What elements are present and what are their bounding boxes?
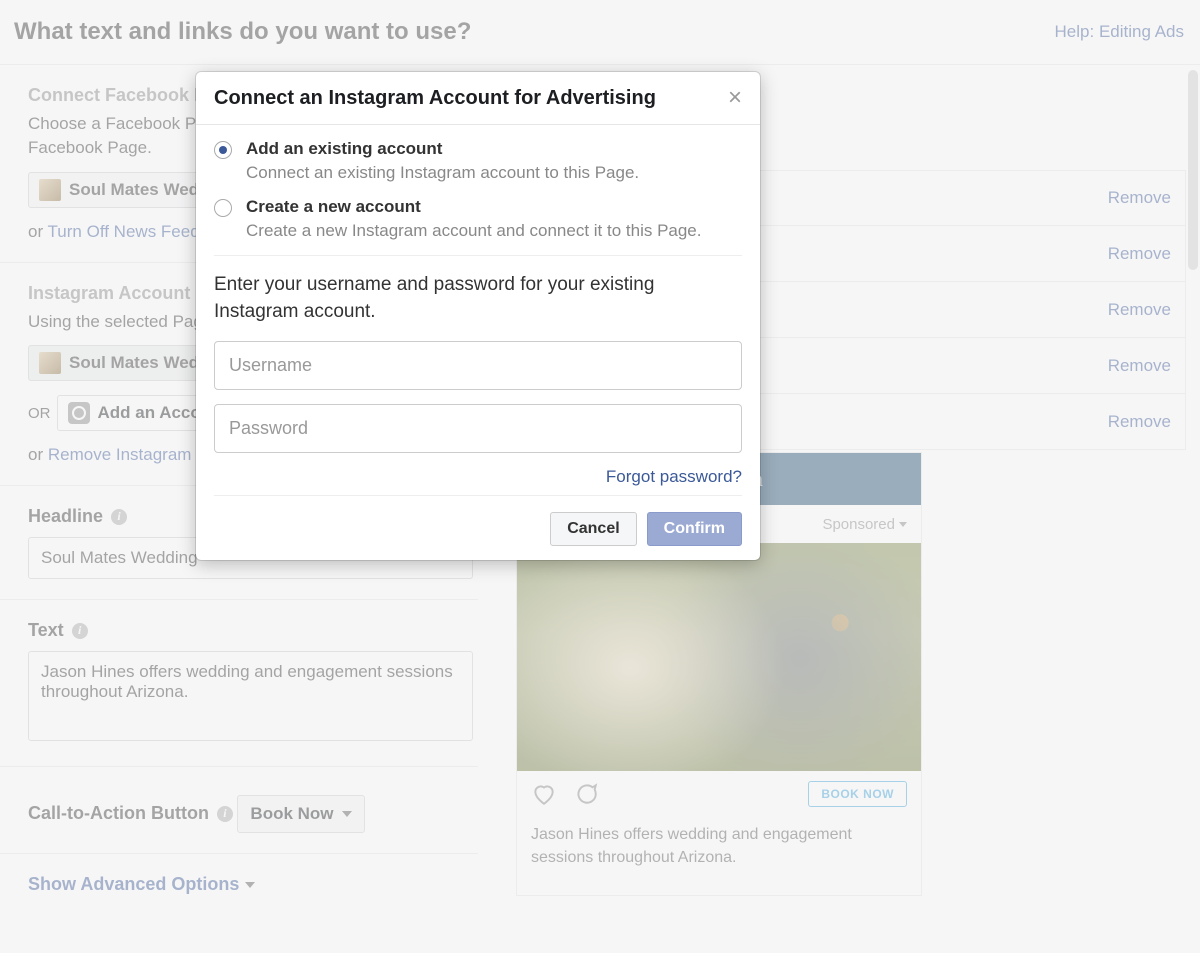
radio-sublabel: Connect an existing Instagram account to… xyxy=(246,163,639,183)
confirm-button[interactable]: Confirm xyxy=(647,512,742,546)
radio-create-new[interactable]: Create a new account Create a new Instag… xyxy=(214,197,742,241)
radio-label: Create a new account xyxy=(246,197,702,217)
divider xyxy=(214,495,742,496)
radio-icon[interactable] xyxy=(214,141,232,159)
connect-instagram-modal: Connect an Instagram Account for Adverti… xyxy=(196,72,760,560)
divider xyxy=(214,255,742,256)
modal-instruction: Enter your username and password for you… xyxy=(214,272,742,325)
modal-title: Connect an Instagram Account for Adverti… xyxy=(214,87,656,110)
cancel-button[interactable]: Cancel xyxy=(550,512,636,546)
forgot-password-link[interactable]: Forgot password? xyxy=(606,467,742,486)
password-input[interactable] xyxy=(214,404,742,453)
username-input[interactable] xyxy=(214,341,742,390)
radio-icon[interactable] xyxy=(214,199,232,217)
radio-sublabel: Create a new Instagram account and conne… xyxy=(246,221,702,241)
radio-label: Add an existing account xyxy=(246,139,639,159)
close-icon[interactable]: × xyxy=(728,86,742,110)
radio-add-existing[interactable]: Add an existing account Connect an exist… xyxy=(214,139,742,183)
